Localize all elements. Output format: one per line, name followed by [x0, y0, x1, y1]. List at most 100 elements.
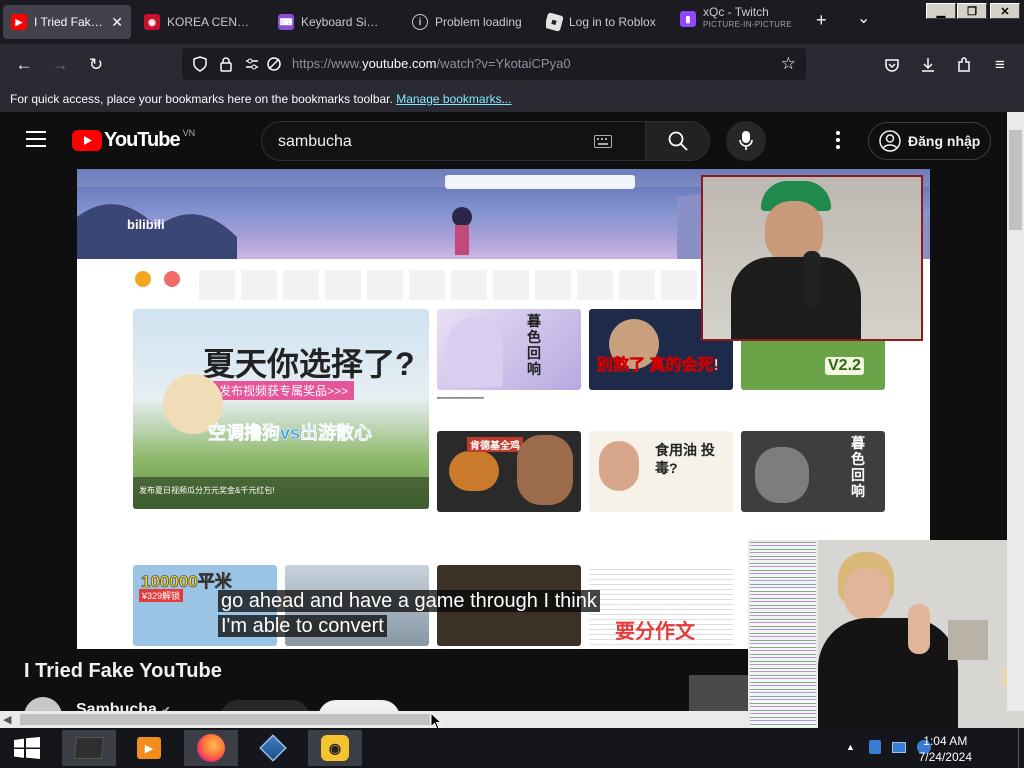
face-image: [599, 441, 639, 491]
search-box[interactable]: sambucha: [261, 121, 710, 161]
tab-youtube[interactable]: ▶ I Tried Fake YouTube ✕: [3, 5, 131, 39]
close-window-button[interactable]: ✕: [990, 3, 1020, 19]
menu-icon[interactable]: ≡: [990, 55, 1010, 75]
account-icon: [879, 130, 901, 152]
url-text[interactable]: https://www.youtube.com/watch?v=YkotaiCP…: [292, 56, 571, 71]
guide-menu-icon[interactable]: [26, 131, 46, 147]
join-button[interactable]: [220, 700, 310, 711]
permissions-icon[interactable]: [244, 56, 260, 72]
reload-icon[interactable]: ↻: [86, 55, 106, 75]
forward-icon[interactable]: →: [50, 55, 70, 75]
tab-roblox[interactable]: ■ Log in to Roblox: [546, 5, 664, 39]
twitch-pip-window[interactable]: [748, 540, 1024, 731]
chat-messages: [750, 542, 816, 727]
scrollbar-thumb[interactable]: [20, 714, 430, 725]
navigation-toolbar: ← → ↻ https://www.youtube.com/watch?v=Yk…: [0, 44, 1024, 86]
tab-label: Log in to Roblox: [569, 15, 656, 29]
url-suffix: /watch?v=YkotaiCPya0: [436, 56, 571, 71]
video-captions: go ahead and have a game through I think…: [218, 589, 600, 639]
recommendation-thumbnail[interactable]: [689, 675, 749, 711]
video-title-line: ━━━━━━━━━━━━━: [437, 396, 484, 402]
youtube-logo[interactable]: YouTube VN: [72, 128, 195, 152]
tab-label: Keyboard Simulator: [301, 15, 388, 29]
bookmark-star-icon[interactable]: ☆: [781, 54, 796, 74]
scroll-left-icon[interactable]: ◀: [3, 713, 11, 726]
bookmarks-hint: For quick access, place your bookmarks h…: [10, 92, 393, 106]
voice-search-button[interactable]: [726, 121, 766, 161]
hero-footer: 发布夏日视频瓜分万元奖金&千元红包!: [139, 486, 275, 495]
tab-label: Problem loading: [435, 15, 522, 29]
search-button[interactable]: [645, 122, 709, 160]
youtube-logo-icon: [72, 130, 102, 151]
more-options-icon[interactable]: [836, 131, 842, 149]
video-title: I Tried Fake YouTube: [24, 660, 222, 682]
tab-twitch-pip[interactable]: ▮ xQc - Twitch PICTURE-IN-PICTURE: [680, 6, 798, 40]
close-icon[interactable]: ✕: [111, 14, 123, 31]
tab-label: I Tried Fake YouTube: [34, 15, 106, 29]
thumb-text: 肯德基全鸡: [467, 437, 523, 452]
video-thumbnail: 食用油 投毒?: [589, 431, 733, 512]
parsec-icon[interactable]: ◉: [308, 730, 362, 766]
face-image: [755, 447, 809, 503]
download-icon[interactable]: [920, 57, 936, 73]
thumb-text: V2.2: [825, 357, 864, 375]
category-grid: [199, 270, 699, 300]
tray-overflow-icon[interactable]: ▲: [846, 742, 855, 752]
video-thumbnail: 要分作文: [589, 565, 733, 646]
bilibili-logo: bilibili: [127, 217, 165, 232]
face-image: [844, 568, 890, 620]
extensions-icon[interactable]: [956, 57, 972, 73]
minimize-button[interactable]: ▁: [926, 3, 956, 19]
maximize-button[interactable]: ❐: [957, 3, 987, 19]
show-desktop-button[interactable]: [1018, 728, 1024, 768]
hero-caption-bottom: 空调撸狗vs出游散心: [208, 423, 373, 444]
new-tab-button[interactable]: +: [816, 10, 827, 31]
tray-app-icon[interactable]: [869, 740, 881, 754]
keyboard-icon[interactable]: [594, 135, 612, 148]
pocket-icon[interactable]: [884, 57, 900, 73]
tab-korea-central[interactable]: ◉ KOREA CENTRAL: [144, 5, 256, 39]
twitch-icon: ▮: [680, 11, 696, 27]
subscribe-button[interactable]: [318, 700, 400, 711]
black-tank-top: [731, 257, 861, 339]
clock-time: 1:04 AM: [923, 734, 968, 748]
tab-list-button[interactable]: ⌄: [857, 8, 870, 28]
korea-central-icon: ◉: [144, 14, 160, 30]
tab-problem-loading[interactable]: i Problem loading: [412, 5, 522, 39]
vertical-scrollbar[interactable]: [1007, 112, 1024, 711]
network-icon[interactable]: [892, 742, 906, 753]
firefox-icon[interactable]: [184, 730, 238, 766]
search-input[interactable]: sambucha: [278, 133, 352, 151]
tab-keyboard-simulator[interactable]: ⌨ Keyboard Simulator: [278, 5, 388, 39]
bookmarks-toolbar: For quick access, place your bookmarks h…: [0, 86, 1024, 112]
hot-icon: [164, 271, 180, 287]
channel-name[interactable]: Sambucha ✔: [76, 701, 171, 711]
roblox-icon: ■: [546, 12, 564, 32]
channel-avatar[interactable]: [24, 697, 62, 711]
channel-name-text: Sambucha: [76, 701, 157, 711]
back-icon[interactable]: ←: [14, 55, 34, 75]
url-prefix: https://www.: [292, 56, 363, 71]
keyboard-app-icon: ⌨: [278, 14, 294, 30]
manage-bookmarks-link[interactable]: Manage bookmarks...: [396, 92, 511, 106]
virtualbox-icon[interactable]: [246, 730, 300, 766]
windows-start-icon[interactable]: [14, 737, 40, 759]
tracking-off-icon[interactable]: [266, 56, 282, 72]
tab-label: KOREA CENTRAL: [167, 15, 256, 29]
thumb-text: 食用油 投毒?: [655, 442, 715, 476]
file-explorer-icon[interactable]: [62, 730, 116, 766]
face-image: [517, 435, 573, 505]
url-bar[interactable]: https://www.youtube.com/watch?v=YkotaiCP…: [182, 48, 806, 80]
system-clock[interactable]: 1:04 AM 7/24/2024: [919, 733, 972, 765]
horizontal-scrollbar[interactable]: ◀: [0, 711, 748, 728]
twitch-chat-overlay: [748, 540, 818, 731]
scrollbar-thumb[interactable]: [1009, 130, 1022, 230]
sign-in-button[interactable]: Đăng nhập: [868, 122, 991, 160]
lock-icon[interactable]: [218, 56, 234, 72]
tab-label: xQc - Twitch: [703, 6, 769, 19]
media-player-icon[interactable]: ▶: [122, 730, 176, 766]
shield-icon[interactable]: [192, 56, 208, 72]
microphone-image: [803, 251, 821, 307]
clock-date: 7/24/2024: [918, 750, 972, 764]
video-thumbnail: 肯德基全鸡: [437, 431, 581, 512]
